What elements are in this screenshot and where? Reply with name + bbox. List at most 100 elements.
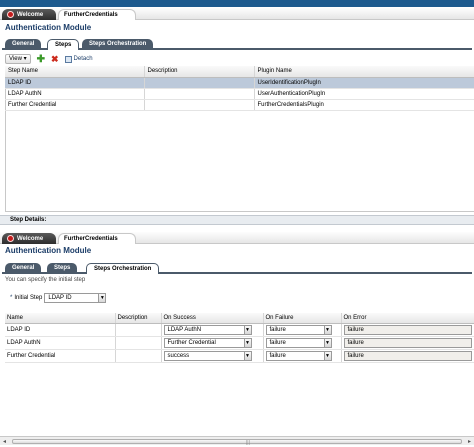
column-header-description[interactable]: Description [115, 313, 162, 324]
cell-step-name: Further Credential [5, 99, 145, 111]
cell-description [144, 99, 255, 111]
initial-step-value: LDAP ID [48, 295, 72, 301]
column-header-step-name[interactable]: Step Name [5, 66, 145, 78]
on-failure-value: failure [269, 352, 286, 359]
chevron-down-icon: ▼ [323, 325, 331, 334]
cell-step-name: LDAP ID [5, 77, 145, 89]
on-error-value: failure [347, 339, 364, 346]
on-failure-value: failure [269, 326, 286, 333]
on-failure-select[interactable]: failure ▼ [265, 324, 332, 335]
top-accent-bar [0, 0, 474, 7]
page-title: Authentication Module [5, 23, 92, 32]
chevron-down-icon: ▼ [243, 338, 251, 347]
scrollbar-thumb[interactable]: ||| [12, 439, 462, 446]
page-title: Authentication Module [5, 246, 92, 255]
add-icon[interactable]: ✚ [37, 54, 45, 65]
document-tab-bar-lower: Welcome FurtherCredentials [0, 232, 474, 244]
column-header-name[interactable]: Name [5, 313, 116, 324]
step-details-header: Step Details: [0, 215, 474, 225]
on-error-select[interactable]: failure [343, 337, 472, 348]
initial-step-field: * Initial Step LDAP ID ▼ [10, 293, 107, 303]
column-header-description[interactable]: Description [144, 66, 255, 78]
tab-welcome[interactable]: Welcome [2, 233, 56, 244]
grip-icon: ||| [246, 440, 250, 446]
delete-icon[interactable]: ✖ [51, 54, 59, 65]
on-success-value: success [167, 352, 190, 359]
subtab-general[interactable]: General [5, 263, 42, 274]
on-success-select[interactable]: LDAP AuthN ▼ [163, 324, 252, 335]
cell-name: LDAP ID [5, 323, 116, 337]
table-row[interactable]: Further Credential success ▼ failure ▼ fai… [5, 349, 474, 363]
on-error-value: failure [347, 326, 364, 333]
steps-toolbar: View ▾ ✚ ✖ Detach [5, 53, 93, 65]
table-header-row: Name Description On Success On Failure O… [5, 313, 474, 324]
tab-further-credentials[interactable]: FurtherCredentials [58, 233, 136, 244]
subtab-row-lower: General Steps Steps Orchestration [2, 262, 472, 274]
initial-step-select[interactable]: LDAP ID ▼ [44, 293, 107, 303]
oracle-logo-icon [7, 11, 14, 18]
subtab-steps[interactable]: Steps [47, 39, 80, 50]
horizontal-scrollbar[interactable]: ◂ ||| ▸ [0, 436, 474, 446]
subtab-general[interactable]: General [5, 39, 42, 50]
initial-step-label: Initial Step [14, 295, 43, 301]
subtab-row: General Steps Steps Orchestration [2, 38, 472, 50]
tab-further-credentials[interactable]: FurtherCredentials [58, 9, 136, 20]
chevron-down-icon: ▼ [243, 351, 251, 360]
orchestration-table: Name Description On Success On Failure O… [5, 313, 474, 363]
table-row[interactable]: LDAP AuthN Further Credential ▼ failure ▼ … [5, 336, 474, 350]
column-header-on-success[interactable]: On Success [161, 313, 264, 324]
on-error-value: failure [347, 352, 364, 359]
cell-plugin-name: UserAuthenticationPlugIn [254, 88, 474, 100]
oracle-logo-icon [7, 235, 14, 242]
on-error-select[interactable]: failure [343, 350, 472, 361]
column-header-plugin-name[interactable]: Plugin Name [254, 66, 474, 78]
column-header-on-error[interactable]: On Error [341, 313, 474, 324]
initial-step-hint: You can specify the initial step [5, 277, 86, 283]
table-header-row: Step Name Description Plugin Name [5, 66, 474, 78]
view-menu-button[interactable]: View ▾ [5, 54, 31, 64]
on-success-value: LDAP AuthN [167, 326, 202, 333]
detach-button[interactable]: Detach [64, 55, 93, 63]
column-header-on-failure[interactable]: On Failure [263, 313, 342, 324]
scroll-left-icon[interactable]: ◂ [3, 438, 6, 445]
table-row[interactable]: LDAP ID LDAP AuthN ▼ failure ▼ failure [5, 323, 474, 337]
on-error-select[interactable]: failure [343, 324, 472, 335]
table-row[interactable]: Further Credential FurtherCredentialsPlu… [5, 99, 474, 111]
table-row[interactable]: LDAP ID UserIdentificationPlugIn [5, 77, 474, 89]
steps-table: Step Name Description Plugin Name LDAP I… [5, 66, 474, 111]
chevron-down-icon: ▾ [23, 56, 27, 62]
tab-welcome[interactable]: Welcome [2, 9, 56, 20]
cell-description [115, 323, 162, 337]
chevron-down-icon: ▼ [243, 325, 251, 334]
required-marker: * [10, 295, 13, 301]
chevron-down-icon: ▼ [323, 338, 331, 347]
on-success-select[interactable]: Further Credential ▼ [163, 337, 252, 348]
on-failure-value: failure [269, 339, 286, 346]
scroll-right-icon[interactable]: ▸ [468, 438, 471, 445]
chevron-down-icon: ▼ [323, 351, 331, 360]
detach-icon [64, 55, 72, 63]
step-details-label: Step Details: [10, 217, 47, 223]
subtab-steps-orchestration[interactable]: Steps Orchestration [86, 263, 160, 274]
cell-name: Further Credential [5, 349, 116, 363]
document-tab-bar: Welcome FurtherCredentials [0, 8, 474, 20]
on-failure-select[interactable]: failure ▼ [265, 350, 332, 361]
chevron-down-icon: ▼ [98, 294, 106, 302]
detach-label: Detach [73, 56, 93, 62]
cell-description [115, 336, 162, 350]
table-row[interactable]: LDAP AuthN UserAuthenticationPlugIn [5, 88, 474, 100]
view-label: View [9, 56, 22, 62]
cell-description [144, 88, 255, 100]
on-success-select[interactable]: success ▼ [163, 350, 252, 361]
on-success-value: Further Credential [167, 339, 216, 346]
on-failure-select[interactable]: failure ▼ [265, 337, 332, 348]
tab-welcome-label: Welcome [17, 11, 44, 18]
subtab-steps[interactable]: Steps [47, 263, 78, 274]
cell-description [144, 77, 255, 89]
cell-plugin-name: UserIdentificationPlugIn [254, 77, 474, 89]
cell-plugin-name: FurtherCredentialsPlugin [254, 99, 474, 111]
subtab-steps-orchestration[interactable]: Steps Orchestration [82, 39, 154, 50]
tab-further-credentials-label: FurtherCredentials [64, 12, 118, 18]
tab-welcome-label: Welcome [17, 235, 44, 242]
cell-name: LDAP AuthN [5, 336, 116, 350]
